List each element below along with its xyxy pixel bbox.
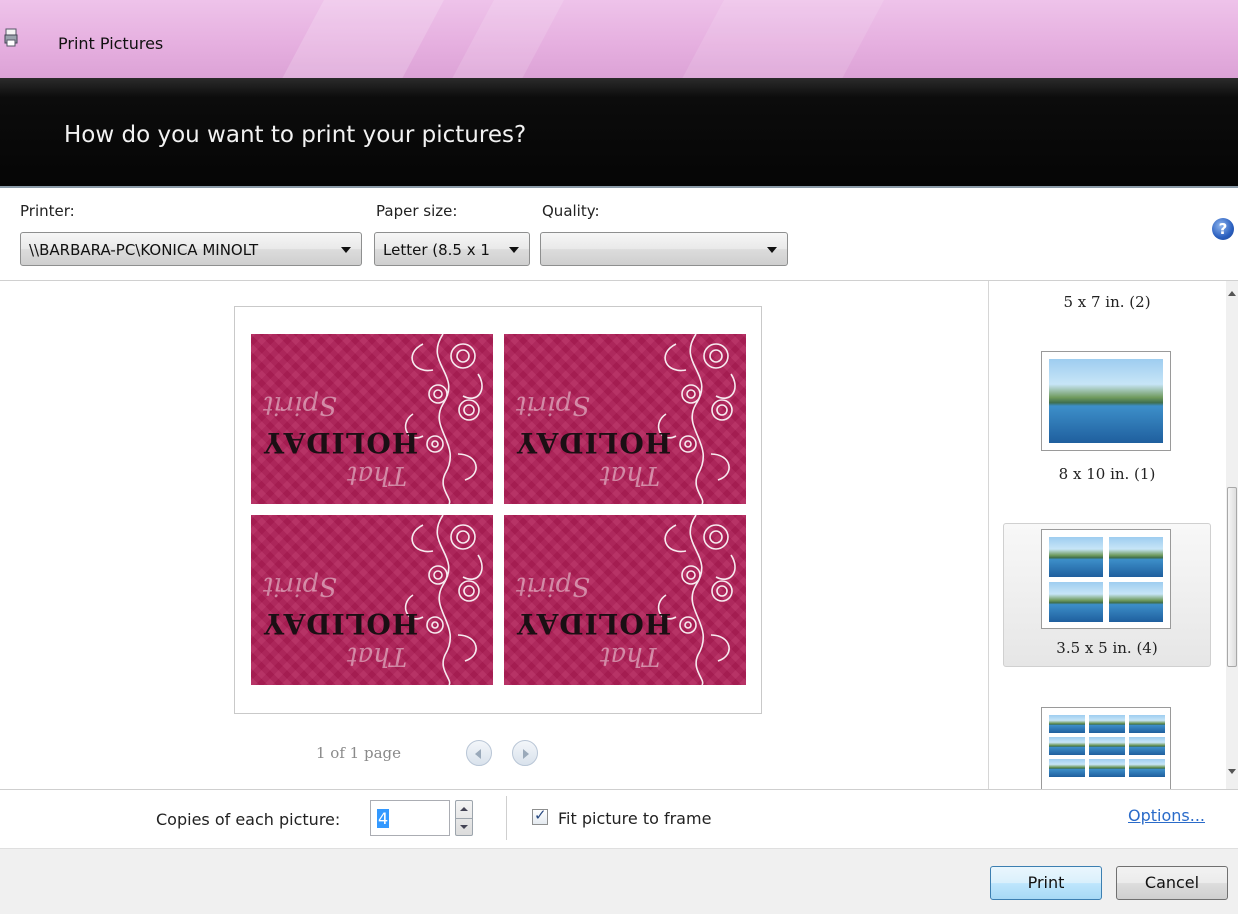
fit-to-frame-checkbox[interactable]: ✓: [532, 806, 548, 825]
page-counter: 1 of 1 page: [316, 744, 401, 762]
scroll-down-icon[interactable]: [1228, 769, 1236, 774]
arrow-left-icon: [475, 749, 481, 759]
header-question: How do you want to print your pictures?: [64, 122, 527, 148]
divider: [0, 789, 1238, 790]
title-bar: Print Pictures: [0, 0, 1238, 78]
window-title: Print Pictures: [58, 34, 164, 53]
card-spirit-text: Spirit: [263, 390, 337, 420]
preview-picture: Spirit HOLIDAY That: [504, 515, 746, 685]
copies-stepper[interactable]: [455, 800, 473, 836]
card-that-text: That: [600, 460, 661, 490]
card-that-text: That: [600, 641, 661, 671]
card-holiday-text: HOLIDAY: [263, 607, 419, 640]
card-spirit-text: Spirit: [516, 390, 590, 420]
card-that-text: That: [347, 460, 408, 490]
fit-to-frame-label[interactable]: Fit picture to frame: [558, 809, 711, 828]
layout-item-wallet[interactable]: [1041, 707, 1171, 789]
copies-input[interactable]: 4: [370, 800, 450, 836]
print-preview: Spirit HOLIDAY That Spirit HOLIDAY That: [234, 306, 762, 714]
card-that-text: That: [347, 641, 408, 671]
printer-select-value: \\BARBARA-PC\KONICA MINOLT: [29, 241, 259, 259]
paper-size-label: Paper size:: [376, 202, 458, 220]
scroll-up-icon[interactable]: [1228, 291, 1236, 296]
printer-icon: [4, 28, 18, 47]
checkmark-icon: ✓: [534, 806, 547, 824]
printer-label: Printer:: [20, 202, 75, 220]
quality-label: Quality:: [542, 202, 600, 220]
next-page-button[interactable]: [512, 740, 538, 766]
stepper-down-icon[interactable]: [460, 825, 468, 829]
chevron-down-icon: [509, 247, 519, 253]
card-spirit-text: Spirit: [263, 571, 337, 601]
layout-thumbnail: [1049, 359, 1163, 443]
cancel-button[interactable]: Cancel: [1116, 866, 1228, 900]
layout-item-8x10[interactable]: [1041, 351, 1171, 451]
paper-size-select[interactable]: Letter (8.5 x 1: [374, 232, 530, 266]
layout-scrollbar[interactable]: [1226, 281, 1238, 789]
previous-page-button[interactable]: [466, 740, 492, 766]
layout-label-3-5x5: 3.5 x 5 in. (4): [1056, 639, 1158, 657]
options-link[interactable]: Options...: [1128, 806, 1205, 825]
quality-select[interactable]: [540, 232, 788, 266]
dialog-header: How do you want to print your pictures?: [0, 78, 1238, 188]
copies-label: Copies of each picture:: [156, 810, 341, 829]
copies-value: 4: [377, 809, 390, 828]
card-spirit-text: Spirit: [516, 571, 590, 601]
preview-picture: Spirit HOLIDAY That: [251, 334, 493, 504]
layout-label-8x10: 8 x 10 in. (1): [1058, 465, 1156, 483]
help-icon[interactable]: ?: [1212, 218, 1234, 240]
chevron-down-icon: [341, 247, 351, 253]
layout-item-3-5x5[interactable]: [1041, 529, 1171, 629]
stepper-up-icon[interactable]: [460, 807, 468, 811]
card-holiday-text: HOLIDAY: [516, 426, 672, 459]
card-holiday-text: HOLIDAY: [516, 607, 672, 640]
preview-picture: Spirit HOLIDAY That: [504, 334, 746, 504]
chevron-down-icon: [767, 247, 777, 253]
layout-label-5x7: 5 x 7 in. (2): [1063, 293, 1151, 311]
arrow-right-icon: [523, 749, 529, 759]
layout-list[interactable]: 5 x 7 in. (2) 8 x 10 in. (1) 3.5 x 5 in.…: [988, 281, 1227, 789]
divider: [506, 796, 507, 840]
preview-picture: Spirit HOLIDAY That: [251, 515, 493, 685]
card-holiday-text: HOLIDAY: [263, 426, 419, 459]
print-button[interactable]: Print: [990, 866, 1102, 900]
printer-select[interactable]: \\BARBARA-PC\KONICA MINOLT: [20, 232, 362, 266]
scroll-thumb[interactable]: [1227, 487, 1237, 667]
paper-size-select-value: Letter (8.5 x 1: [383, 241, 490, 259]
